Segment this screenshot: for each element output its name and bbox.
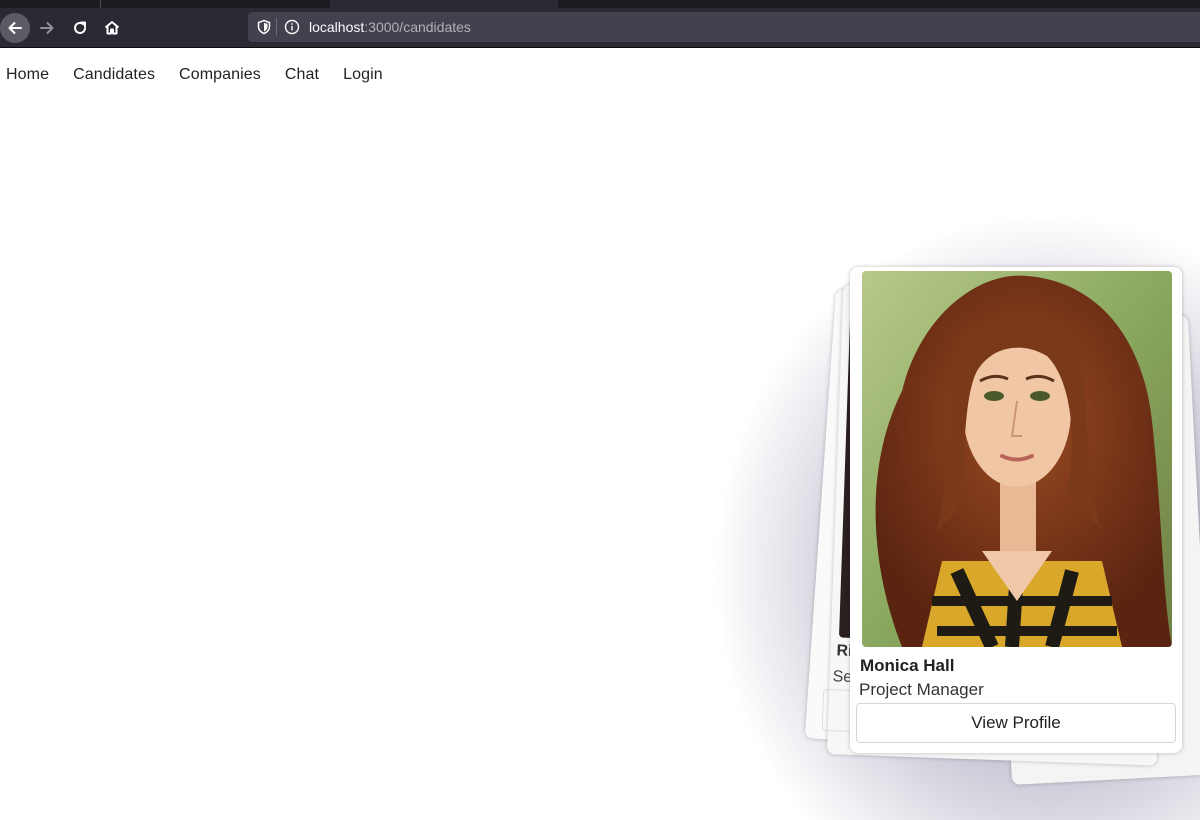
shield-icon[interactable]	[256, 19, 272, 35]
url-path: :3000/candidates	[364, 19, 471, 35]
url-text[interactable]: localhost:3000/candidates	[309, 19, 471, 35]
forward-arrow-icon	[40, 22, 54, 34]
candidate-name: Monica Hall	[860, 656, 955, 675]
nav-link-home[interactable]: Home	[6, 62, 49, 88]
nav-link-login[interactable]: Login	[343, 62, 383, 88]
url-host: localhost	[309, 19, 365, 35]
active-tab[interactable]	[330, 0, 558, 8]
nav-link-candidates[interactable]: Candidates	[73, 62, 155, 88]
browser-tab-strip	[0, 0, 1200, 8]
site-nav: Home Candidates Companies Chat Login	[6, 62, 407, 88]
reload-icon	[74, 21, 86, 34]
back-button[interactable]	[0, 13, 30, 43]
tab-separator	[100, 0, 101, 8]
address-bar[interactable]: localhost:3000/candidates	[248, 12, 1200, 42]
forward-button[interactable]	[32, 13, 62, 43]
nav-link-chat[interactable]: Chat	[285, 62, 319, 88]
home-icon	[104, 21, 120, 35]
candidate-role: Project Manager	[859, 680, 984, 699]
nav-link-companies[interactable]: Companies	[179, 62, 261, 88]
candidate-card[interactable]: Monica Hall Project Manager View Profile	[850, 267, 1182, 753]
reload-button[interactable]	[65, 13, 95, 43]
browser-toolbar: localhost:3000/candidates	[0, 8, 1200, 48]
view-profile-button[interactable]: View Profile	[856, 703, 1176, 743]
info-icon[interactable]	[284, 19, 300, 35]
address-bar-separator	[276, 18, 277, 36]
home-button[interactable]	[97, 13, 127, 43]
candidate-photo	[862, 271, 1172, 647]
back-arrow-icon	[8, 22, 22, 34]
